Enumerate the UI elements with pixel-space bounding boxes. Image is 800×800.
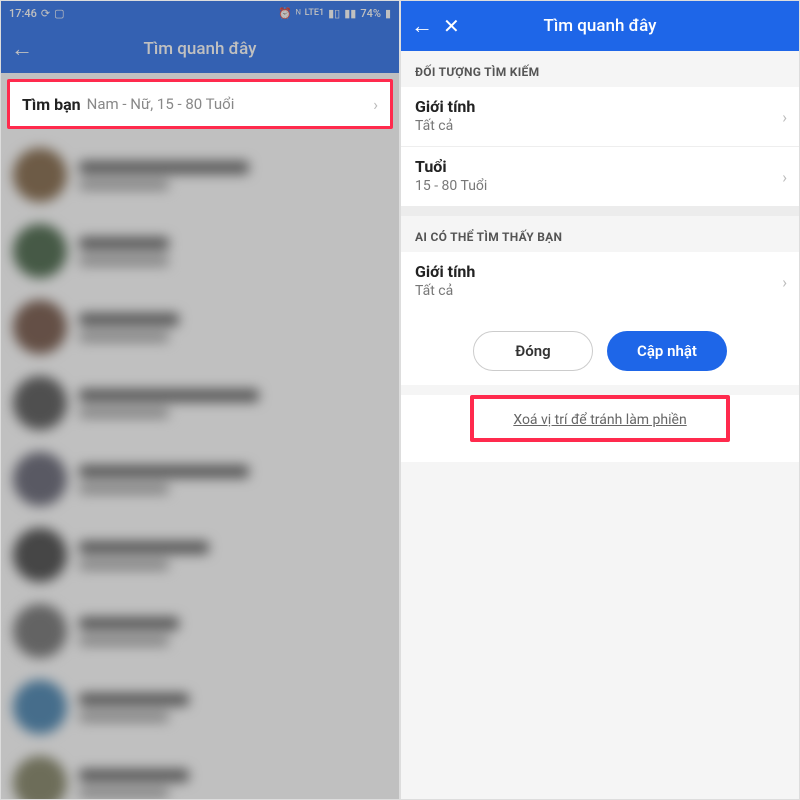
row-age[interactable]: Tuổi 15 - 80 Tuổi ›	[401, 146, 799, 206]
row-value: Tất cả	[415, 118, 785, 134]
filter-label: Tìm bạn	[22, 95, 81, 114]
row-gender-visibility[interactable]: Giới tính Tất cả ›	[401, 252, 799, 311]
update-button[interactable]: Cập nhật	[607, 331, 727, 371]
alarm-icon: ⏰	[278, 7, 292, 20]
list-item[interactable]	[1, 441, 399, 517]
list-item[interactable]	[1, 593, 399, 669]
row-gender-search[interactable]: Giới tính Tất cả ›	[401, 87, 799, 146]
filter-row[interactable]: Tìm bạn Nam - Nữ, 15 - 80 Tuổi ›	[7, 79, 393, 129]
status-bar: 17:46 ⟳ ▢ ⏰ ᴺ LTE1 ▮▯ ▮▮ 74% ▮	[1, 1, 399, 25]
chevron-right-icon: ›	[782, 107, 787, 126]
row-value: 15 - 80 Tuổi	[415, 178, 785, 194]
list-item[interactable]	[1, 517, 399, 593]
signal-icon: ▮▯	[328, 7, 340, 20]
screen-nearby-list: 17:46 ⟳ ▢ ⏰ ᴺ LTE1 ▮▯ ▮▮ 74% ▮ ← Tìm qua…	[0, 0, 400, 800]
back-icon[interactable]: ←	[411, 13, 433, 39]
header-title: Tìm quanh đây	[143, 39, 256, 59]
status-image-icon: ▢	[54, 7, 64, 20]
row-label: Tuổi	[415, 157, 785, 176]
section-divider	[401, 206, 799, 216]
close-button[interactable]: Đóng	[473, 331, 593, 371]
list-item[interactable]	[1, 745, 399, 800]
status-sync-icon: ⟳	[41, 7, 50, 20]
status-time: 17:46	[9, 7, 37, 20]
app-header: ← Tìm quanh đây	[1, 25, 399, 73]
screen-nearby-settings: ← ✕ Tìm quanh đây ĐỐI TƯỢNG TÌM KIẾM Giớ…	[400, 0, 800, 800]
list-item[interactable]	[1, 137, 399, 213]
list-item[interactable]	[1, 365, 399, 441]
chevron-right-icon: ›	[782, 272, 787, 291]
battery-icon: ▮	[385, 7, 391, 20]
list-item[interactable]	[1, 669, 399, 745]
list-item[interactable]	[1, 213, 399, 289]
row-label: Giới tính	[415, 262, 785, 281]
row-label: Giới tính	[415, 97, 785, 116]
chevron-right-icon: ›	[782, 167, 787, 186]
button-row: Đóng Cập nhật	[401, 311, 799, 385]
app-header: ← ✕ Tìm quanh đây	[401, 1, 799, 51]
nearby-list	[1, 135, 399, 800]
nfc-icon: ᴺ	[296, 7, 301, 20]
highlight-clear-location: Xoá vị trí để tránh làm phiền	[470, 395, 730, 442]
signal-icon: ▮▮	[344, 7, 356, 20]
header-title: Tìm quanh đây	[543, 16, 656, 36]
filter-value: Nam - Nữ, 15 - 80 Tuổi	[87, 95, 235, 113]
back-icon[interactable]: ←	[11, 36, 33, 62]
close-icon[interactable]: ✕	[443, 14, 460, 38]
clear-location-link[interactable]: Xoá vị trí để tránh làm phiền	[513, 412, 686, 428]
battery-text: 74%	[360, 7, 381, 20]
section-header-search-target: ĐỐI TƯỢNG TÌM KIẾM	[401, 51, 799, 87]
section-header-visibility: AI CÓ THỂ TÌM THẤY BẠN	[401, 216, 799, 252]
list-item[interactable]	[1, 289, 399, 365]
row-value: Tất cả	[415, 283, 785, 299]
chevron-right-icon: ›	[373, 95, 378, 114]
network-label: LTE1	[305, 8, 324, 18]
